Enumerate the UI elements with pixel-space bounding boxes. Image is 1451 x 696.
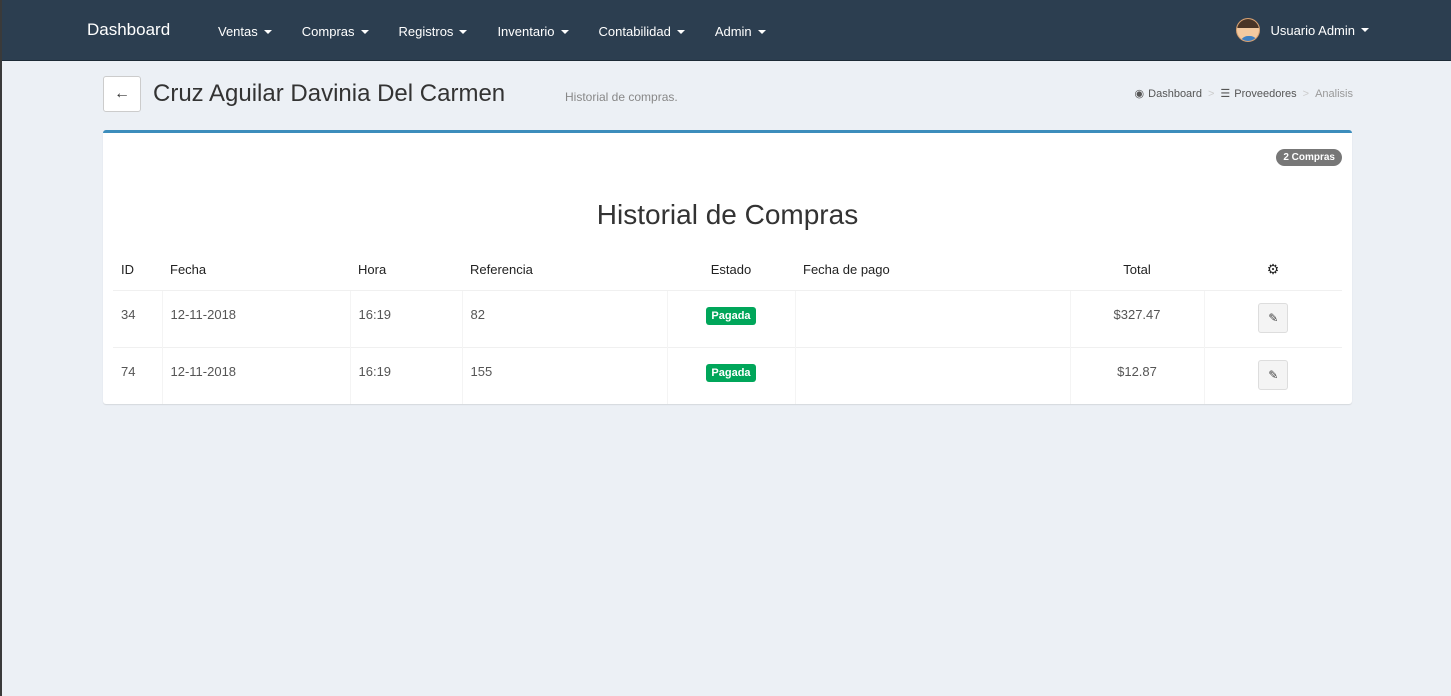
breadcrumb: ◉ Dashboard > ☰ Proveedores > Analisis bbox=[1134, 87, 1353, 101]
navbar-brand[interactable]: Dashboard bbox=[87, 20, 170, 40]
page-title: Cruz Aguilar Davinia Del Carmen bbox=[153, 80, 506, 107]
nav-item-admin[interactable]: Admin bbox=[715, 24, 766, 39]
caret-down-icon bbox=[1361, 28, 1369, 32]
caret-down-icon bbox=[459, 29, 468, 34]
top-navbar: Dashboard Ventas Compras Registros Inven… bbox=[2, 0, 1451, 61]
cell-hora: 16:19 bbox=[350, 346, 463, 404]
cell-referencia: 155 bbox=[462, 346, 668, 404]
cell-id: 34 bbox=[113, 289, 163, 347]
cell-actions: ✎ bbox=[1204, 289, 1342, 347]
column-header-hora: Hora bbox=[350, 250, 462, 291]
column-header-fecha: Fecha bbox=[162, 250, 350, 291]
list-icon: ☰ bbox=[1220, 88, 1231, 100]
nav-item-label: Contabilidad bbox=[598, 24, 671, 39]
breadcrumb-proveedores[interactable]: Proveedores bbox=[1234, 88, 1296, 100]
column-header-referencia: Referencia bbox=[462, 250, 667, 291]
breadcrumb-analisis: Analisis bbox=[1315, 87, 1353, 100]
cell-estado: Pagada bbox=[667, 346, 796, 404]
pencil-icon: ✎ bbox=[1268, 310, 1279, 325]
back-button[interactable]: ← bbox=[103, 76, 141, 112]
status-badge: Pagada bbox=[706, 363, 756, 382]
user-menu[interactable]: Usuario Admin bbox=[1236, 18, 1369, 42]
column-header-id: ID bbox=[113, 250, 162, 291]
breadcrumb-dashboard[interactable]: Dashboard bbox=[1148, 88, 1202, 100]
pencil-icon: ✎ bbox=[1268, 367, 1279, 382]
cell-actions: ✎ bbox=[1204, 346, 1342, 404]
avatar bbox=[1236, 18, 1261, 42]
table-row: 74 12-11-2018 16:19 155 Pagada $12.87 ✎ bbox=[113, 346, 1342, 404]
column-header-total: Total bbox=[1070, 250, 1204, 291]
nav-item-label: Ventas bbox=[218, 24, 258, 39]
user-name: Usuario Admin bbox=[1270, 22, 1355, 38]
caret-down-icon bbox=[263, 29, 272, 34]
cell-estado: Pagada bbox=[667, 289, 796, 347]
nav-menu: Ventas Compras Registros Inventario Cont… bbox=[218, 24, 796, 39]
nav-item-compras[interactable]: Compras bbox=[302, 24, 369, 39]
caret-down-icon bbox=[360, 29, 369, 34]
table-row: 34 12-11-2018 16:19 82 Pagada $327.47 ✎ bbox=[113, 289, 1342, 347]
caret-down-icon bbox=[560, 29, 569, 34]
purchases-table: ID Fecha Hora Referencia Estado Fecha de… bbox=[113, 250, 1342, 404]
nav-item-ventas[interactable]: Ventas bbox=[218, 24, 272, 39]
caret-down-icon bbox=[757, 29, 766, 34]
arrow-left-icon: ← bbox=[114, 85, 130, 102]
cell-referencia: 82 bbox=[462, 289, 668, 347]
cell-total: $12.87 bbox=[1070, 346, 1205, 404]
cell-hora: 16:19 bbox=[350, 289, 463, 347]
cell-fecha-pago bbox=[795, 346, 1071, 404]
edit-button[interactable]: ✎ bbox=[1258, 302, 1289, 333]
nav-item-inventario[interactable]: Inventario bbox=[497, 24, 569, 39]
nav-item-contabilidad[interactable]: Contabilidad bbox=[599, 24, 685, 39]
nav-item-label: Compras bbox=[301, 24, 355, 39]
nav-item-registros[interactable]: Registros bbox=[399, 24, 468, 39]
nav-item-label: Inventario bbox=[497, 24, 555, 39]
column-header-estado: Estado bbox=[667, 250, 795, 291]
cell-id: 74 bbox=[113, 346, 163, 404]
nav-item-label: Registros bbox=[398, 24, 454, 39]
box-title: Historial de Compras bbox=[596, 199, 859, 230]
gear-icon: ⚙ bbox=[1266, 261, 1280, 278]
window-edge bbox=[0, 0, 2, 696]
cell-fecha-pago bbox=[795, 289, 1071, 347]
nav-item-label: Admin bbox=[714, 24, 752, 39]
column-header-fecha-pago: Fecha de pago bbox=[795, 250, 1070, 291]
purchase-history-box: 2 Compras Historial de Compras ID Fecha … bbox=[103, 130, 1352, 404]
cell-fecha: 12-11-2018 bbox=[162, 289, 351, 347]
count-badge: 2 Compras bbox=[1276, 149, 1342, 166]
status-badge: Pagada bbox=[706, 306, 756, 325]
column-header-actions: ⚙ bbox=[1204, 250, 1342, 291]
caret-down-icon bbox=[676, 29, 685, 34]
edit-button[interactable]: ✎ bbox=[1258, 359, 1289, 390]
cell-total: $327.47 bbox=[1070, 289, 1205, 347]
dashboard-icon: ◉ bbox=[1134, 88, 1145, 100]
page-subtitle: Historial de compras. bbox=[565, 90, 678, 104]
table-header-row: ID Fecha Hora Referencia Estado Fecha de… bbox=[113, 250, 1342, 291]
cell-fecha: 12-11-2018 bbox=[162, 346, 351, 404]
